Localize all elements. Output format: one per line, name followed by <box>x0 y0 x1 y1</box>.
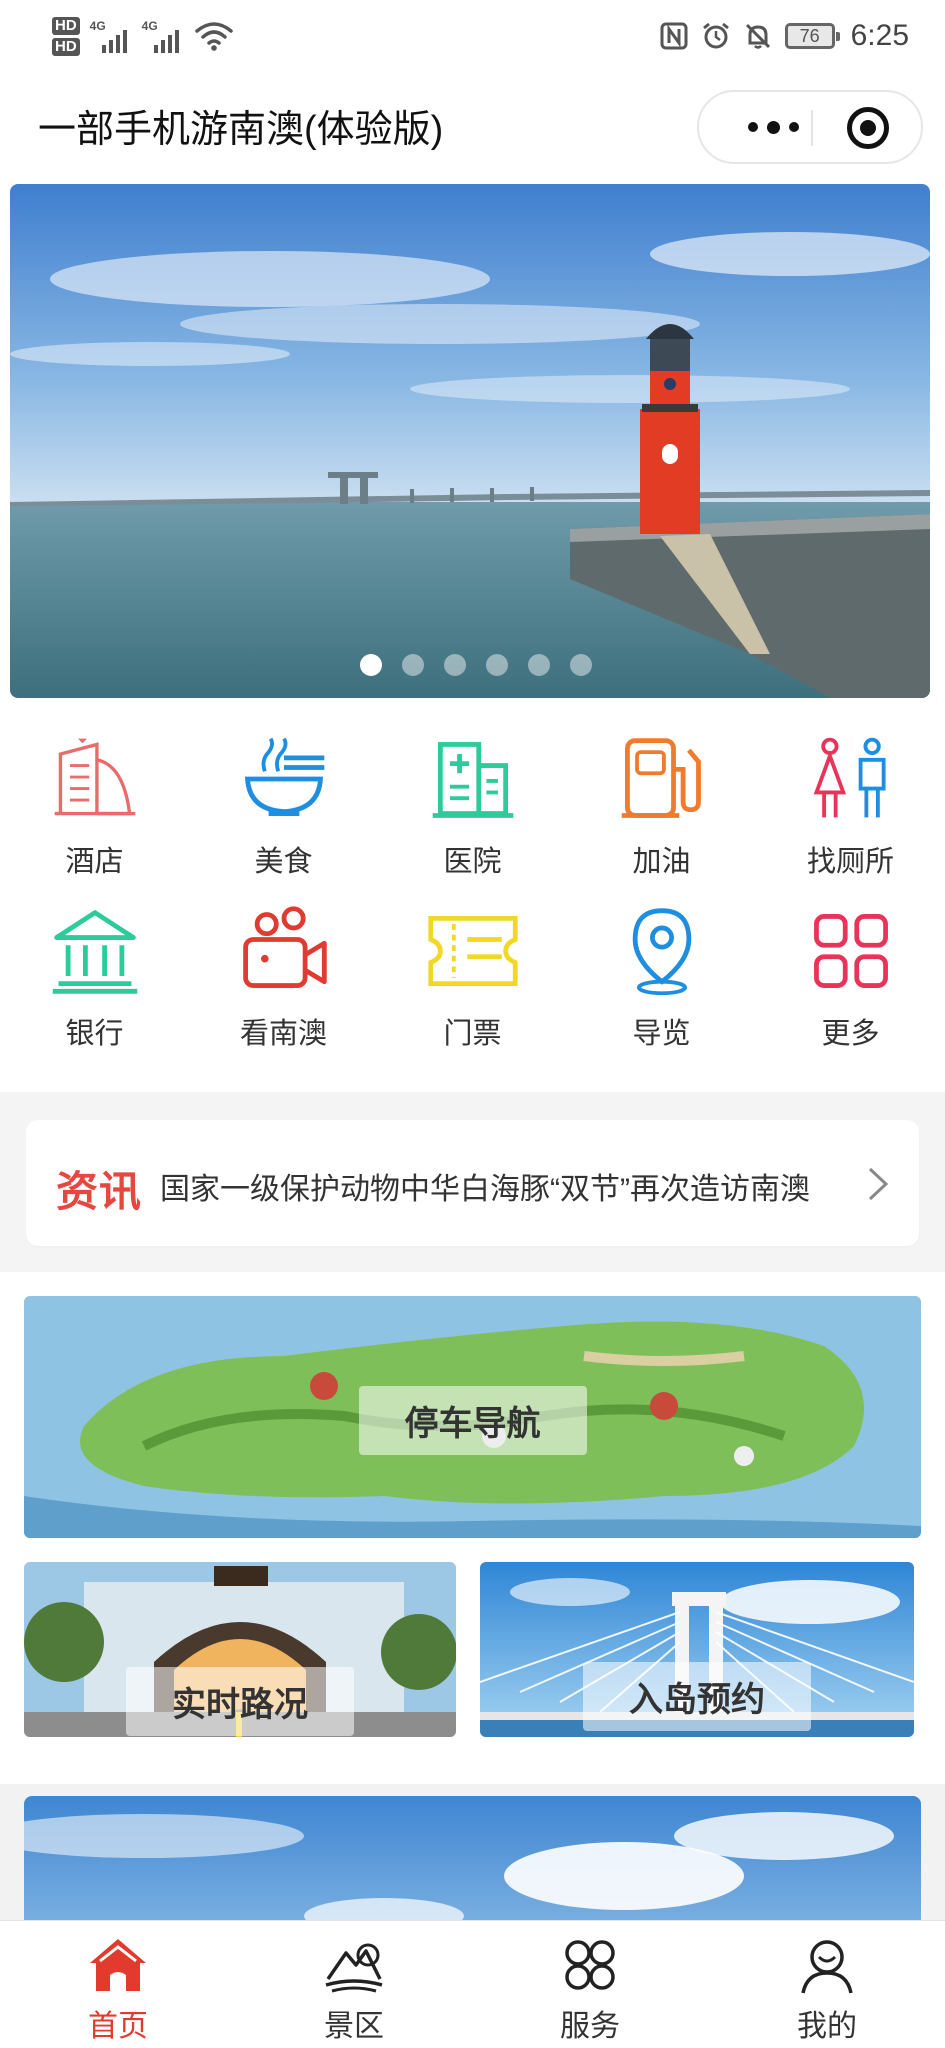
hd-indicators: HD HD <box>52 16 80 56</box>
tab-services[interactable]: 服务 <box>472 1921 708 2048</box>
status-bar: HD HD 4G 4G 76 6:25 <box>0 0 945 72</box>
chevron-right-icon[interactable] <box>867 1166 889 1202</box>
carousel-dot[interactable] <box>570 654 592 676</box>
news-tag: 资讯 <box>56 1168 143 1215</box>
hd-badge-1: HD <box>52 16 80 35</box>
grid-item-video-camera[interactable]: 看南澳 <box>189 902 378 1052</box>
grid-item-location-pin[interactable]: 导览 <box>567 902 756 1052</box>
home-icon <box>90 1939 146 1991</box>
news-headline[interactable]: 国家一级保护动物中华白海豚“双节”再次造访南澳 <box>160 1164 850 1208</box>
more-options-button[interactable] <box>733 92 813 162</box>
location-pin-icon <box>612 902 712 1000</box>
bank-icon <box>45 902 145 1000</box>
scenic-banner-card[interactable] <box>24 1796 921 1936</box>
hospital-icon <box>423 730 523 828</box>
island-booking-card[interactable]: 入岛预约 <box>480 1562 914 1737</box>
wifi-icon <box>194 22 233 51</box>
hotel-icon <box>45 730 145 828</box>
grid-item-label: 门票 <box>443 1018 502 1050</box>
nfc-icon <box>660 22 688 50</box>
news-ticker[interactable]: 资讯 国家一级保护动物中华白海豚“双节”再次造访南澳 <box>26 1120 919 1246</box>
video-camera-icon <box>234 902 334 1000</box>
grid-item-label: 美食 <box>254 846 313 878</box>
carousel-indicators <box>10 654 930 676</box>
status-left: HD HD 4G 4G <box>52 10 234 62</box>
hd-badge-2: HD <box>52 37 80 56</box>
close-miniprogram-button[interactable] <box>847 107 889 149</box>
grid-item-label: 银行 <box>65 1018 124 1050</box>
page-title: 一部手机游南澳(体验版) <box>38 109 444 151</box>
grid-item-ticket[interactable]: 门票 <box>378 902 567 1052</box>
carousel-dot[interactable] <box>486 654 508 676</box>
grid-item-hospital[interactable]: 医院 <box>378 730 567 880</box>
grid-item-label: 医院 <box>443 846 502 878</box>
carousel-dot[interactable] <box>360 654 382 676</box>
island-booking-label: 入岛预约 <box>583 1662 811 1731</box>
services-icon <box>565 1940 615 1990</box>
grid-item-bank[interactable]: 银行 <box>0 902 189 1052</box>
banner-carousel[interactable] <box>10 184 930 698</box>
restroom-icon <box>801 730 901 828</box>
grid-item-restroom[interactable]: 找厕所 <box>756 730 945 880</box>
banner-image-lighthouse <box>10 184 930 698</box>
grid-item-label: 看南澳 <box>239 1018 327 1050</box>
noodle-bowl-icon <box>234 730 334 828</box>
tab-profile-label: 我的 <box>797 2010 857 2043</box>
grid-item-label: 导览 <box>632 1018 691 1050</box>
realtime-traffic-card[interactable]: 实时路况 <box>24 1562 456 1737</box>
bottom-tab-bar: 首页 景区 服务 我的 <box>0 1920 945 2048</box>
nav-bar: 一部手机游南澳(体验版) <box>0 72 945 182</box>
parking-navigation-card[interactable]: 停车导航 <box>24 1296 921 1538</box>
realtime-traffic-label: 实时路况 <box>126 1667 354 1736</box>
tab-scenic-label: 景区 <box>324 2010 384 2043</box>
grid-item-label: 加油 <box>632 846 691 878</box>
grid-item-grid-more[interactable]: 更多 <box>756 902 945 1052</box>
grid-item-label: 更多 <box>821 1018 880 1050</box>
tab-services-label: 服务 <box>560 2010 620 2043</box>
parking-navigation-label: 停车导航 <box>358 1386 587 1455</box>
gas-pump-icon <box>612 730 712 828</box>
grid-item-noodle-bowl[interactable]: 美食 <box>189 730 378 880</box>
status-right: 76 6:25 <box>659 14 909 58</box>
grid-item-hotel[interactable]: 酒店 <box>0 730 189 880</box>
signal-icon-2: 4G <box>142 19 184 53</box>
grid-more-icon <box>801 902 901 1000</box>
carousel-dot[interactable] <box>444 654 466 676</box>
sky-clouds-image <box>24 1796 921 1936</box>
tab-profile[interactable]: 我的 <box>709 1921 945 2048</box>
profile-icon <box>801 1940 853 1994</box>
grid-item-gas-pump[interactable]: 加油 <box>567 730 756 880</box>
tab-scenic[interactable]: 景区 <box>236 1921 472 2048</box>
capsule-divider <box>811 110 813 146</box>
ticket-icon <box>423 902 523 1000</box>
grid-item-label: 酒店 <box>65 846 124 878</box>
carousel-dot[interactable] <box>402 654 424 676</box>
alarm-icon <box>702 22 729 49</box>
mute-bell-icon <box>745 23 770 49</box>
tab-home[interactable]: 首页 <box>0 1921 236 2048</box>
mini-program-capsule <box>697 90 923 164</box>
tab-home-label: 首页 <box>88 2010 148 2043</box>
scenic-mountain-icon <box>325 1943 383 1993</box>
clock: 6:25 <box>850 19 909 52</box>
carousel-dot[interactable] <box>528 654 550 676</box>
battery-indicator: 76 <box>784 23 840 49</box>
signal-icon-1: 4G <box>90 19 132 53</box>
grid-item-label: 找厕所 <box>806 846 894 878</box>
